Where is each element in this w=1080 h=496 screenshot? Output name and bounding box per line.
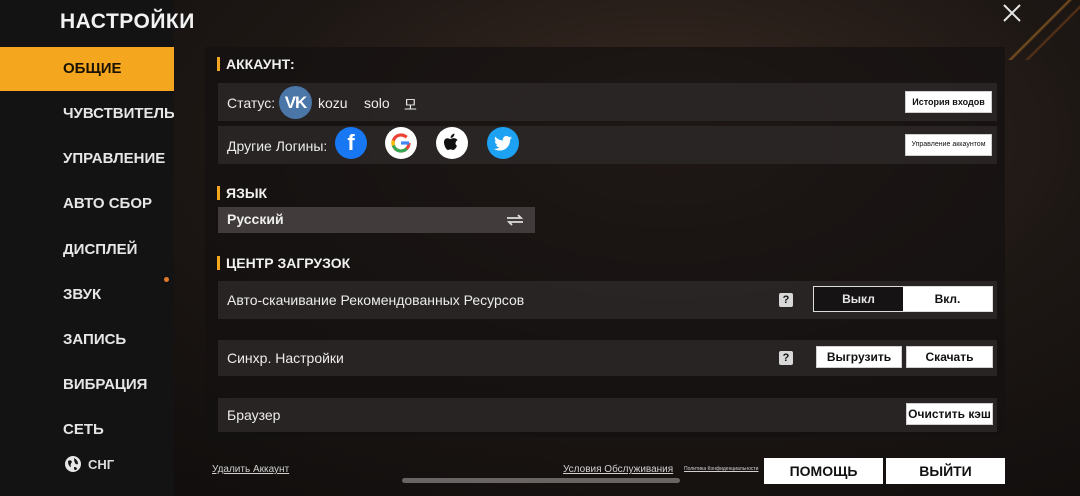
twitter-bird-shape [494,135,512,151]
language-current: Русский [227,211,284,227]
status-symbol: 모 [404,97,417,113]
vk-icon: VK [279,86,312,119]
toggle-off-option[interactable]: Выкл [814,287,903,311]
downloads-section-title: ЦЕНТР ЗАГРУЗОК [217,255,350,271]
nav-item-sound[interactable]: ЗВУК [0,273,174,317]
download-button[interactable]: Скачать [906,346,993,368]
nav-item-vibration[interactable]: ВИБРАЦИЯ [0,363,174,407]
account-section-title: АККАУНТ: [217,56,295,72]
region-selector[interactable]: СНГ [64,455,114,473]
privacy-link[interactable]: Политика Конфиденциальности [684,466,758,472]
downloads-section-label: ЦЕНТР ЗАГРУЗОК [226,255,351,271]
auto-download-label: Авто-скачивание Рекомендованных Ресурсов [227,292,525,308]
status-extra: solo [364,95,390,111]
toggle-on-option[interactable]: Вкл. [903,287,992,311]
delete-account-link[interactable]: Удалить Аккаунт [212,464,289,475]
logout-button[interactable]: ВЫЙТИ [886,458,1005,484]
login-history-button[interactable]: История входов [905,91,992,113]
nav-item-sensitivity[interactable]: ЧУВСТВИТЕЛЬНО [0,92,174,136]
language-select[interactable]: Русский [218,207,535,233]
nav-item-general[interactable]: ОБЩИЕ [0,47,174,91]
status-name: kozu [318,95,348,111]
account-section-label: АККАУНТ: [226,56,295,72]
page-title: НАСТРОЙКИ [60,10,195,33]
apple-logo-shape [444,133,458,150]
help-icon[interactable]: ? [779,351,793,365]
other-logins-label: Другие Логины: [227,138,328,154]
section-accent-bar [217,256,220,270]
clear-cache-button[interactable]: Очистить кэш [906,403,993,425]
swap-icon [506,214,524,226]
region-label: СНГ [88,456,115,472]
help-button[interactable]: ПОМОЩЬ [764,458,883,484]
browser-row [218,398,997,432]
facebook-icon[interactable]: f [335,127,367,159]
notification-dot [164,277,169,282]
language-section-title: ЯЗЫК [217,185,267,201]
browser-label: Браузер [227,407,281,423]
nav-item-network[interactable]: СЕТЬ [0,408,174,436]
manage-account-button[interactable]: Управление аккаунтом [905,134,992,156]
auto-download-toggle[interactable]: Выкл Вкл. [813,286,993,312]
google-icon[interactable] [385,127,417,159]
help-icon[interactable]: ? [779,293,793,307]
section-accent-bar [217,57,220,71]
upload-button[interactable]: Выгрузить [816,346,902,368]
close-icon[interactable] [998,3,1026,23]
apple-icon[interactable] [436,127,468,159]
language-section-label: ЯЗЫК [226,185,268,201]
nav-item-auto-pickup[interactable]: АВТО СБОР [0,182,174,226]
nav-item-controls[interactable]: УПРАВЛЕНИЕ [0,137,174,181]
google-logo-shape [391,133,411,153]
globe-icon [65,456,81,472]
status-label: Статус: [227,95,276,111]
sync-label: Синхр. Настройки [227,350,344,366]
terms-link[interactable]: Условия Обслуживания [563,464,673,475]
settings-sidebar: НАСТРОЙКИ ОБЩИЕ ЧУВСТВИТЕЛЬНО УПРАВЛЕНИЕ… [0,0,194,496]
nav-item-display[interactable]: ДИСПЛЕЙ [0,228,174,272]
section-accent-bar [217,186,220,200]
home-indicator [402,478,680,483]
nav-item-recording[interactable]: ЗАПИСЬ [0,318,174,362]
twitter-icon[interactable] [487,127,519,159]
